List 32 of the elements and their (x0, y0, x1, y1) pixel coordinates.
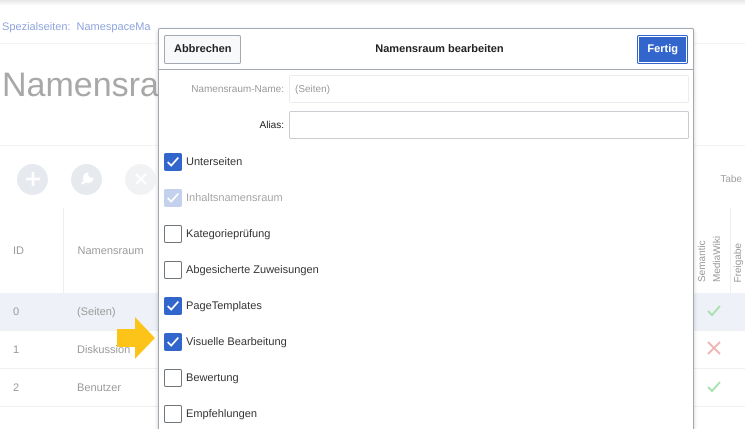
checkbox[interactable] (164, 333, 182, 351)
column-header: Namensraum (78, 244, 144, 256)
wrench-icon (78, 171, 94, 187)
breadcrumb-label: Spezialseiten: (2, 21, 70, 35)
column-header: ID (0, 208, 63, 293)
field-label: Alias: (258, 120, 284, 130)
done-button[interactable]: Fertig (637, 34, 688, 64)
checkbox[interactable] (164, 369, 182, 387)
checkbox-label: Bewertung (186, 372, 239, 384)
field-label: Namensraum-Name: (190, 84, 284, 94)
checkbox[interactable] (164, 297, 182, 315)
table-cell: 0 (0, 293, 63, 330)
dialog-title: Namensraum bearbeiten (375, 43, 504, 55)
checkbox-label: Empfehlungen (186, 408, 257, 420)
checkbox[interactable] (164, 261, 182, 279)
checkbox[interactable] (164, 405, 182, 423)
table-cell: 1 (0, 330, 63, 368)
checkbox-label: Inhaltsnamensraum (186, 192, 283, 204)
cancel-button[interactable]: Abbrechen (164, 34, 242, 64)
checkbox-label: Visuelle Bearbeitung (186, 336, 287, 348)
table-cell: 2 (0, 368, 63, 406)
plus-icon (24, 171, 40, 187)
checkbox[interactable] (164, 153, 182, 171)
checkbox-label: PageTemplates (186, 300, 262, 312)
column-header: Freigabe (732, 242, 745, 282)
checkbox-label: Abgesicherte Zuweisungen (186, 264, 319, 276)
checkbox-label: Kategorieprüfung (186, 228, 270, 240)
checkbox[interactable] (164, 225, 182, 243)
table-label: Tabe (720, 174, 742, 184)
checkbox-label: Unterseiten (186, 156, 242, 168)
column-header: Semantic MediaWiki (696, 234, 724, 282)
input-field[interactable] (289, 111, 689, 139)
